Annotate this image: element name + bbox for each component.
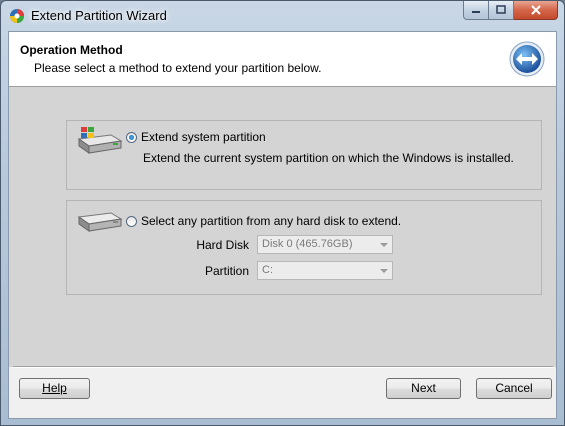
hard-disk-select[interactable]: Disk 0 (465.76GB) — [257, 235, 393, 254]
minimize-icon — [472, 11, 480, 13]
partition-select[interactable]: C: — [257, 261, 393, 280]
page-subtitle: Please select a method to extend your pa… — [34, 61, 322, 75]
footer-divider — [13, 366, 553, 368]
extend-system-radio[interactable] — [126, 131, 137, 143]
extend-arrows-icon — [509, 41, 545, 77]
extend-system-option[interactable]: Extend system partition Extend the curre… — [66, 120, 542, 190]
chevron-down-icon — [380, 269, 388, 273]
extend-system-label[interactable]: Extend system partition — [141, 130, 266, 144]
window-controls — [463, 1, 558, 21]
dialog-content: Operation Method Please select a method … — [8, 31, 557, 419]
maximize-button[interactable] — [489, 1, 514, 20]
window-title: Extend Partition Wizard — [31, 8, 167, 23]
app-icon — [10, 9, 24, 23]
minimize-button[interactable] — [463, 1, 489, 20]
hard-disk-label: Hard Disk — [196, 238, 249, 252]
help-button-label: Help — [42, 381, 67, 395]
partition-label: Partition — [204, 264, 249, 278]
maximize-icon — [496, 5, 506, 14]
page-title: Operation Method — [20, 43, 123, 57]
extend-system-description: Extend the current system partition on w… — [143, 151, 514, 165]
select-any-radio[interactable] — [126, 215, 137, 227]
wizard-header: Operation Method Please select a method … — [9, 32, 556, 87]
options-area: Extend system partition Extend the curre… — [9, 87, 556, 367]
partition-value: C: — [262, 264, 273, 276]
hard-disk-icon — [77, 212, 123, 232]
select-any-option[interactable]: Select any partition from any hard disk … — [66, 200, 542, 295]
close-icon — [530, 5, 541, 15]
select-any-label[interactable]: Select any partition from any hard disk … — [141, 214, 401, 228]
title-bar[interactable]: Extend Partition Wizard — [1, 1, 564, 31]
windows-disk-icon — [77, 127, 123, 154]
cancel-button-label: Cancel — [495, 381, 533, 395]
extend-system-radio-row[interactable]: Extend system partition — [126, 130, 266, 144]
chevron-down-icon — [380, 243, 388, 247]
help-button[interactable]: Help — [19, 378, 90, 399]
next-button-label: Next — [411, 381, 436, 395]
wizard-window: Extend Partition Wizard Operation Method… — [0, 0, 565, 426]
next-button[interactable]: Next — [386, 378, 461, 399]
close-button[interactable] — [514, 1, 558, 20]
cancel-button[interactable]: Cancel — [476, 378, 552, 399]
select-any-radio-row[interactable]: Select any partition from any hard disk … — [126, 214, 401, 228]
hard-disk-value: Disk 0 (465.76GB) — [262, 238, 353, 250]
